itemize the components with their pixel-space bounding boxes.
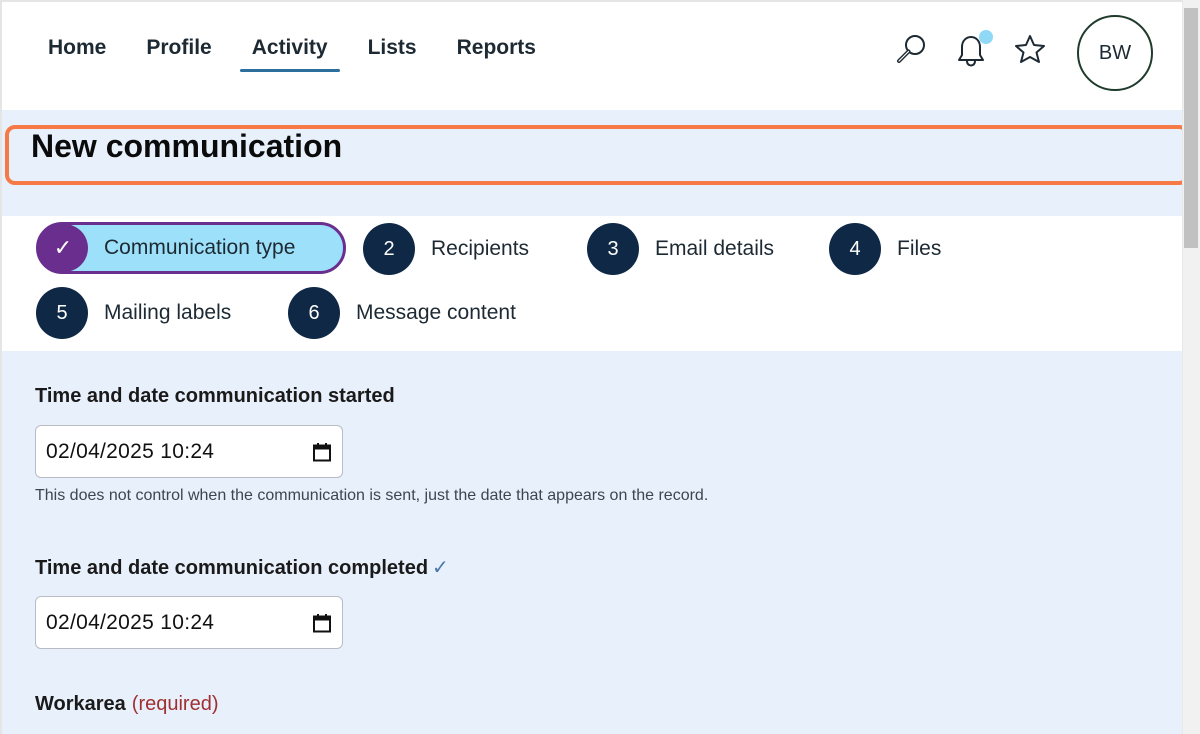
step-number: 6 (288, 287, 340, 339)
completed-datetime-value: 02/04/2025 10:24 (46, 610, 215, 634)
check-icon: ✓ (432, 557, 449, 579)
step-email-details[interactable]: 3 Email details (587, 223, 774, 275)
required-indicator: (required) (131, 693, 219, 715)
started-datetime-input[interactable]: 02/04/2025 10:24 (35, 425, 343, 478)
communication-form: Time and date communication started 02/0… (2, 351, 1182, 734)
step-label: Files (897, 237, 942, 260)
step-number: 3 (587, 223, 639, 275)
step-number: 5 (36, 287, 88, 339)
step-label: Email details (655, 237, 775, 260)
step-message-content[interactable]: 6 Message content (288, 287, 516, 339)
step-label: Recipients (431, 237, 530, 260)
step-communication-type[interactable]: ✓ Communication type (36, 222, 346, 274)
avatar[interactable]: BW (1077, 15, 1153, 91)
nav-icons (892, 30, 1069, 70)
search-icon[interactable] (892, 30, 932, 70)
step-label: Mailing labels (104, 301, 232, 324)
progress-stepper: ✓ Communication type 2 Recipients 3 Emai… (2, 216, 1182, 351)
notification-dot (979, 30, 993, 44)
bell-icon[interactable] (951, 30, 993, 70)
vertical-scrollbar[interactable] (1182, 0, 1200, 734)
calendar-icon[interactable] (312, 442, 332, 462)
completed-label: Time and date communication completed ✓ (35, 555, 449, 580)
started-datetime-value: 02/04/2025 10:24 (46, 439, 215, 463)
scrollbar-thumb[interactable] (1184, 8, 1198, 248)
step-files[interactable]: 4 Files (829, 223, 941, 275)
completed-label-text: Time and date communication completed (35, 557, 429, 579)
nav-profile[interactable]: Profile (130, 30, 227, 72)
step-recipients[interactable]: 2 Recipients (363, 223, 529, 275)
step-number: 4 (829, 223, 881, 275)
nav-links: Home Profile Activity Lists Reports (32, 30, 560, 72)
nav-reports[interactable]: Reports (441, 30, 552, 72)
workarea-label-text: Workarea (35, 693, 126, 715)
started-label: Time and date communication started (35, 385, 395, 407)
step-label: Message content (356, 301, 516, 324)
title-highlight-box (5, 125, 1189, 185)
workarea-label: Workarea (required) (35, 693, 219, 716)
nav-activity[interactable]: Activity (236, 30, 344, 72)
step-mailing-labels[interactable]: 5 Mailing labels (36, 287, 231, 339)
checkmark-icon: ✓ (38, 224, 88, 272)
started-hint: This does not control when the communica… (35, 487, 709, 504)
star-icon[interactable] (1010, 30, 1050, 70)
step-label: Communication type (104, 236, 296, 259)
top-navigation: Home Profile Activity Lists Reports BW (2, 2, 1182, 110)
nav-lists[interactable]: Lists (352, 30, 433, 72)
completed-datetime-input[interactable]: 02/04/2025 10:24 (35, 596, 343, 649)
calendar-icon[interactable] (312, 613, 332, 633)
nav-home[interactable]: Home (32, 30, 122, 72)
step-number: 2 (363, 223, 415, 275)
